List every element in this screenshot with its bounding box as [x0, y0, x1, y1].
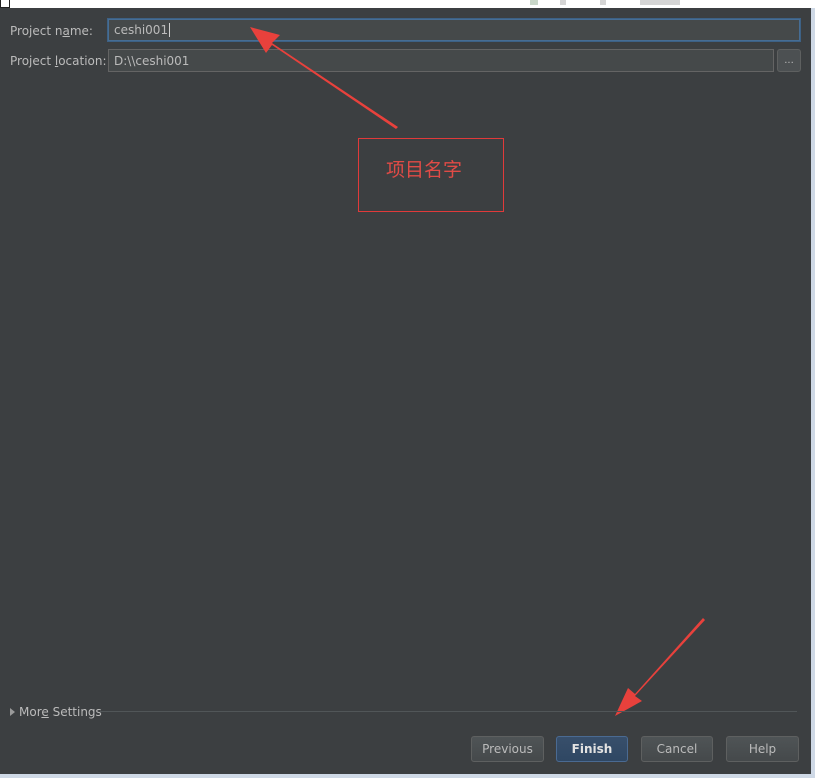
text-caret [169, 23, 171, 37]
project-location-input[interactable]: D:\\ceshi001 [108, 49, 774, 72]
window-border-bottom [0, 774, 815, 778]
cancel-button[interactable]: Cancel [641, 736, 713, 762]
browse-location-button[interactable]: ... [777, 49, 801, 72]
more-settings-toggle[interactable]: More Settings [10, 704, 102, 720]
annotation-text: 项目名字 [386, 159, 463, 181]
more-settings-label: More Settings [19, 705, 102, 719]
finish-button-label: Finish [571, 742, 613, 756]
cancel-button-label: Cancel [656, 742, 698, 756]
arrow-to-finish-button-icon [615, 618, 705, 716]
help-button[interactable]: Help [726, 736, 799, 762]
previous-button-label: Previous [482, 742, 533, 756]
project-name-value: ceshi001 [114, 23, 169, 37]
new-project-dialog: Project name: ceshi001 Project location:… [0, 0, 815, 778]
project-location-row: Project location: [10, 49, 107, 73]
arrow-to-name-field-icon [250, 27, 398, 129]
window-icon [0, 0, 10, 8]
ellipsis-icon: ... [784, 54, 794, 66]
finish-button[interactable]: Finish [556, 736, 628, 762]
project-name-label: Project name: [10, 24, 93, 38]
project-location-value: D:\\ceshi001 [114, 53, 190, 68]
more-settings-separator [100, 711, 797, 712]
window-border-right [811, 8, 815, 778]
expand-triangle-icon [10, 708, 15, 716]
taskbar-icons-strip [530, 0, 730, 5]
title-bar-strip [0, 0, 815, 8]
project-name-input[interactable]: ceshi001 [108, 19, 800, 41]
annotation-arrows [250, 27, 705, 716]
previous-button[interactable]: Previous [471, 736, 544, 762]
project-location-label: Project location: [10, 54, 107, 68]
project-name-row: Project name: [10, 19, 93, 43]
help-button-label: Help [748, 742, 777, 756]
